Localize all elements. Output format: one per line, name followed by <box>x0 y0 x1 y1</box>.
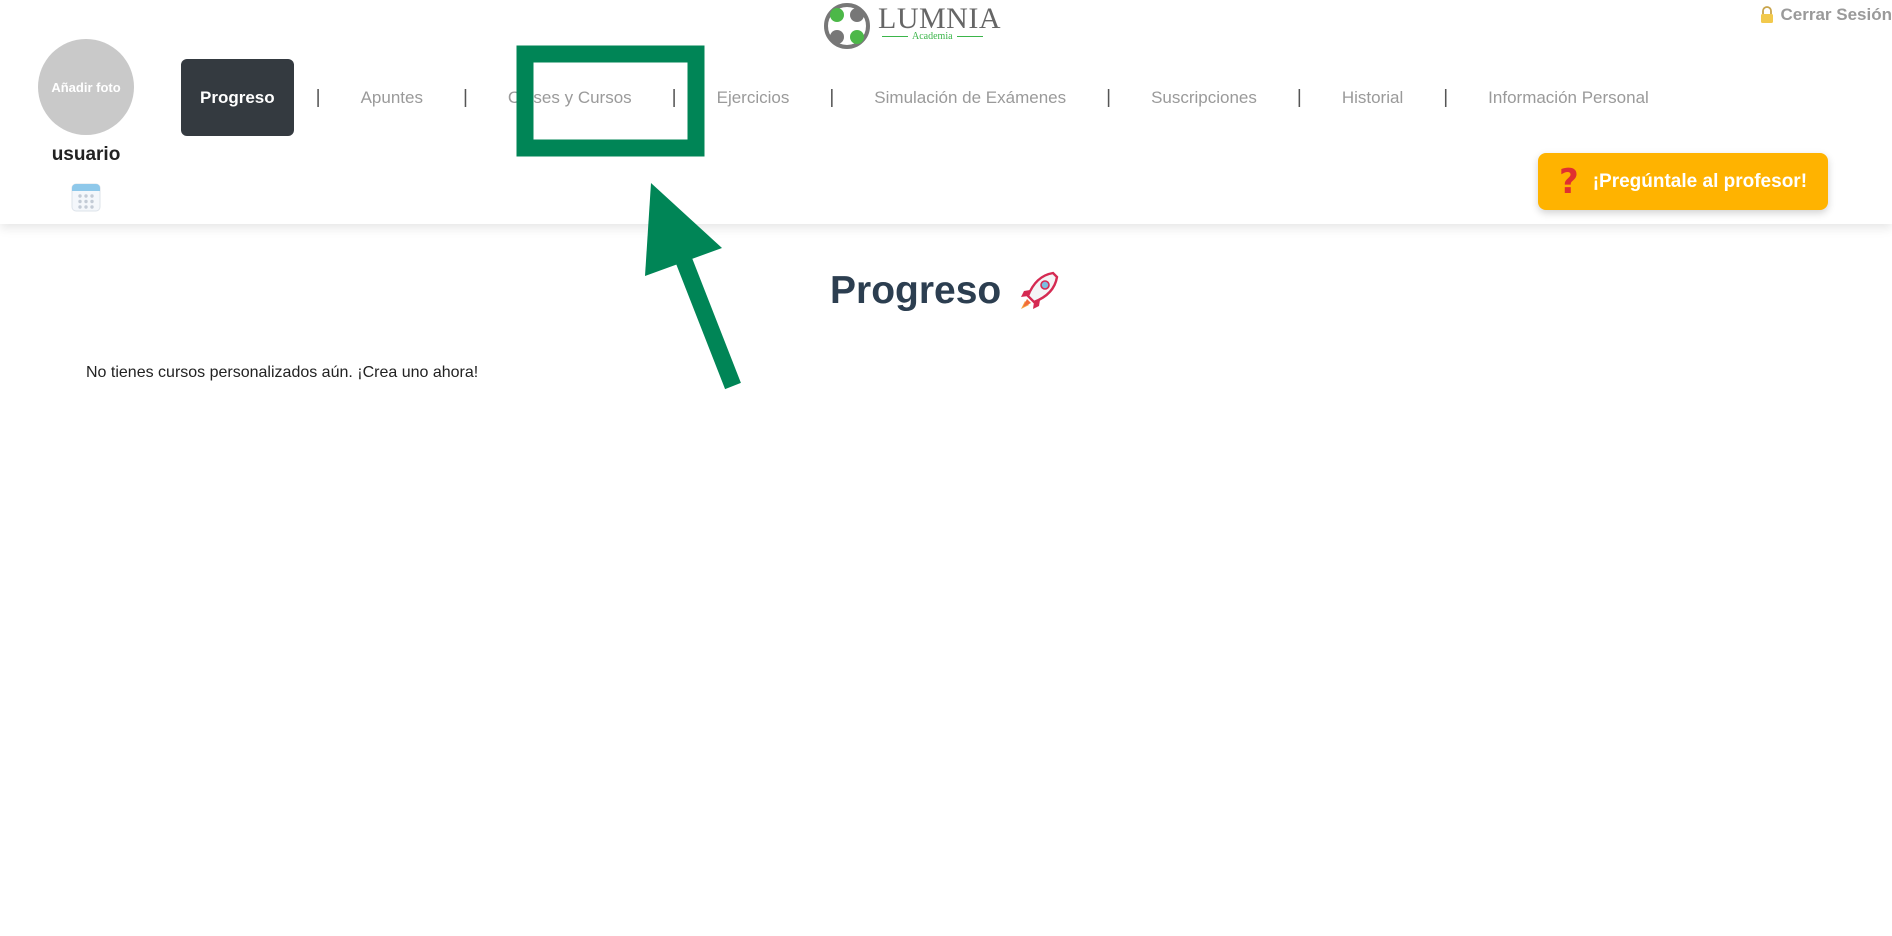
ask-teacher-label: ¡Pregúntale al profesor! <box>1592 170 1808 192</box>
logo[interactable]: LUMNIA Academia <box>820 0 1001 52</box>
nav-separator: | <box>1296 86 1302 108</box>
page-title: Progreso <box>830 265 1061 317</box>
nav-item-historial[interactable]: Historial <box>1324 59 1421 136</box>
nav-separator: | <box>315 86 321 108</box>
question-icon: ? <box>1558 161 1579 202</box>
nav-item-progreso[interactable]: Progreso <box>181 59 294 136</box>
ask-teacher-button[interactable]: ? ¡Pregúntale al profesor! <box>1538 153 1828 210</box>
page-title-text: Progreso <box>830 269 1002 312</box>
lock-icon <box>1760 6 1773 23</box>
nav-separator: | <box>1443 86 1449 108</box>
header: LUMNIA Academia Cerrar Sesión Añadir fot… <box>0 0 1892 224</box>
rocket-icon <box>1021 271 1059 309</box>
arrow-shaft <box>671 244 741 390</box>
add-photo-label: Añadir foto <box>51 79 121 95</box>
nav-separator: | <box>462 86 468 108</box>
nav-item-informacion-personal[interactable]: Información Personal <box>1470 59 1667 136</box>
logout-label: Cerrar Sesión <box>1780 5 1892 24</box>
logout-button[interactable]: Cerrar Sesión <box>1742 4 1892 26</box>
logo-emblem-icon <box>824 3 870 49</box>
nav-item-simulacion-de-examenes[interactable]: Simulación de Exámenes <box>856 59 1084 136</box>
nav-item-ejercicios[interactable]: Ejercicios <box>699 59 808 136</box>
nav-separator: | <box>671 86 677 108</box>
nav-item-clases-y-cursos[interactable]: Clases y Cursos <box>490 59 650 136</box>
calendar-icon[interactable] <box>71 182 101 212</box>
nav-item-suscripciones[interactable]: Suscripciones <box>1133 59 1275 136</box>
username: usuario <box>51 144 121 165</box>
logo-subtitle: Academia <box>878 31 973 42</box>
nav-separator: | <box>1106 86 1112 108</box>
nav-separator: | <box>829 86 835 108</box>
avatar[interactable]: Añadir foto <box>38 39 134 135</box>
empty-courses-message: No tienes cursos personalizados aún. ¡Cr… <box>86 364 479 381</box>
nav-item-apuntes[interactable]: Apuntes <box>343 59 441 136</box>
main-nav: Progreso | Apuntes | Clases y Cursos | E… <box>181 59 1667 136</box>
